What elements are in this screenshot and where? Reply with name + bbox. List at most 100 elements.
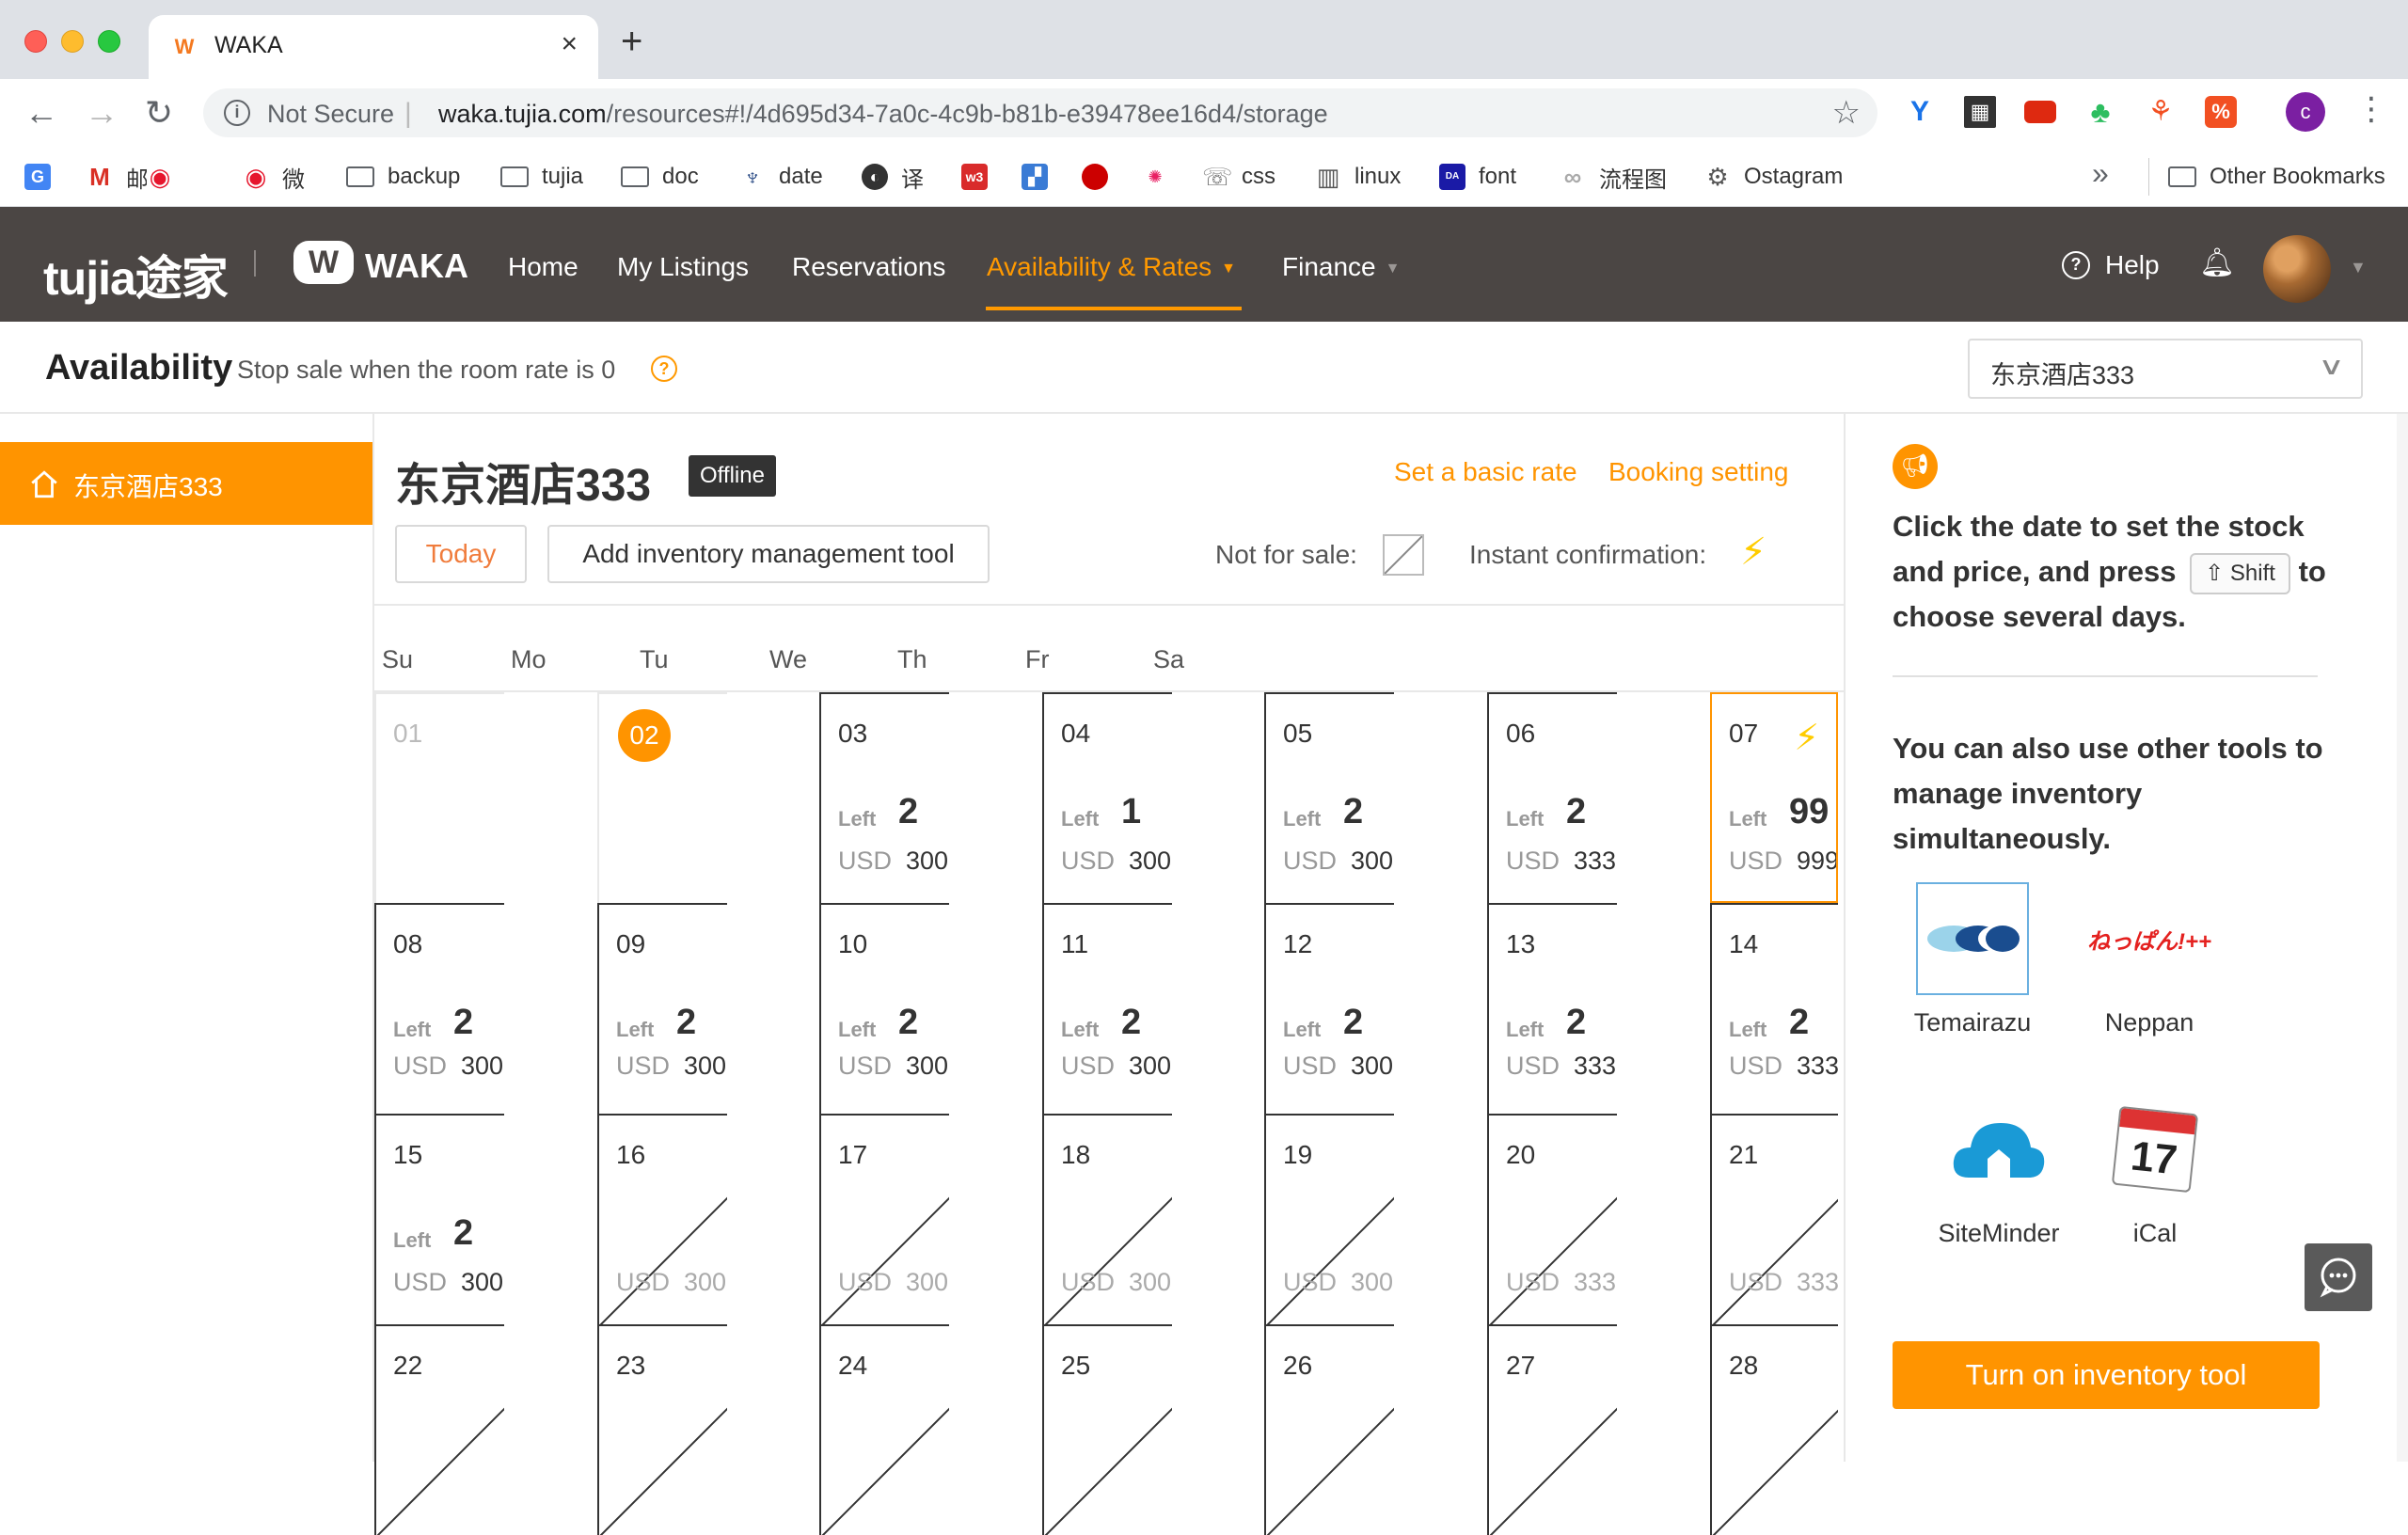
set-basic-rate-link[interactable]: Set a basic rate — [1394, 457, 1577, 487]
extension-qrcode-icon[interactable]: ▦ — [1964, 96, 1996, 128]
tool-ical[interactable]: 17 iCal — [2084, 1093, 2226, 1248]
left-label: Left — [1061, 807, 1100, 831]
tool-neppan[interactable]: ねっぱん!++ Neppan — [2079, 882, 2220, 1037]
bell-icon[interactable]: 🔔︎ — [2199, 246, 2235, 279]
caret-down-icon[interactable]: ▼ — [2350, 258, 2367, 277]
info-icon[interactable]: i — [224, 100, 250, 126]
bookmark-star[interactable]: ✺ — [1142, 158, 1181, 196]
calendar-day-cell[interactable]: 28 — [1710, 1324, 1838, 1535]
bookmark-font[interactable]: DA font — [1439, 158, 1516, 196]
bookmark-translate-cn[interactable]: ◐ 译 — [862, 158, 924, 196]
bookmark-tujia[interactable]: tujia — [500, 158, 583, 196]
calendar-day-cell[interactable]: 05 Left 2 USD 300 — [1264, 692, 1394, 903]
calendar-day-cell[interactable]: 17 USD 300 — [819, 1114, 949, 1324]
today-button[interactable]: Today — [395, 525, 527, 583]
calendar-day-cell[interactable]: 04 Left 1 USD 300 — [1042, 692, 1172, 903]
bookmark-date[interactable]: ♆ date — [739, 158, 823, 196]
calendar-day-cell[interactable]: 11 Left 2 USD 300 — [1042, 903, 1172, 1114]
bookmark-doc[interactable]: doc — [621, 158, 699, 196]
extension-y-icon[interactable]: Y — [1904, 96, 1936, 128]
calendar-day-cell[interactable]: 20 USD 333 — [1487, 1114, 1617, 1324]
other-bookmarks[interactable]: Other Bookmarks — [2148, 158, 2385, 196]
extension-evernote-icon[interactable]: ♣ — [2084, 96, 2116, 128]
window-zoom-button[interactable] — [98, 30, 120, 53]
calendar-day-cell[interactable]: 27 — [1487, 1324, 1617, 1535]
turn-on-inventory-tool-button[interactable]: Turn on inventory tool — [1893, 1341, 2320, 1409]
calendar-day-cell[interactable]: 07 ⚡︎ Left 99 USD 999 — [1710, 692, 1838, 903]
calendar-day-cell[interactable]: 08 Left 2 USD 300 — [374, 903, 504, 1114]
omnibox[interactable]: i Not Secure | waka.tujia.com/resources#… — [203, 88, 1877, 137]
nav-my-listings[interactable]: My Listings — [617, 252, 749, 282]
bookmark-weibo-2[interactable]: ◉ 微 — [243, 158, 305, 196]
bookmark-linux[interactable]: ▥ linux — [1315, 158, 1401, 196]
extension-percent-icon[interactable]: % — [2205, 96, 2237, 128]
security-label[interactable]: Not Secure — [267, 100, 394, 129]
window-close-button[interactable] — [24, 30, 47, 53]
calendar-day-cell[interactable]: 03 Left 2 USD 300 — [819, 692, 949, 903]
browser-menu-icon[interactable]: ⋮ — [2355, 90, 2387, 128]
chat-button[interactable] — [2305, 1243, 2372, 1311]
calendar-day-cell[interactable]: 09 Left 2 USD 300 — [597, 903, 727, 1114]
calendar-day-cell[interactable]: 15 Left 2 USD 300 — [374, 1114, 504, 1324]
tujia-logo[interactable]: tujia途家 — [43, 241, 229, 309]
bookmark-gmail[interactable]: M邮 — [87, 158, 149, 196]
nav-finance[interactable]: Finance ▼ — [1282, 252, 1400, 282]
calendar-day-cell[interactable]: 18 USD 300 — [1042, 1114, 1172, 1324]
reload-icon[interactable]: ↻ — [145, 94, 173, 132]
user-avatar[interactable] — [2263, 235, 2331, 303]
url-text[interactable]: waka.tujia.com/resources#!/4d695d34-7a0c… — [438, 100, 1328, 129]
bookmark-translate[interactable]: G — [24, 158, 64, 196]
bookmark-weibo-1[interactable]: ◉ — [147, 158, 186, 196]
extension-rocket-icon[interactable]: ⚘ — [2145, 96, 2177, 128]
calendar-day-cell[interactable]: 06 Left 2 USD 333 — [1487, 692, 1617, 903]
add-inventory-tool-button[interactable]: Add inventory management tool — [547, 525, 990, 583]
calendar-day-cell[interactable]: 13 Left 2 USD 333 — [1487, 903, 1617, 1114]
calendar-day-cell[interactable]: 02 — [597, 692, 727, 903]
calendar-day-cell[interactable]: 16 USD 300 — [597, 1114, 727, 1324]
tab-close-icon[interactable]: × — [561, 28, 578, 60]
bookmark-backup[interactable]: backup — [346, 158, 460, 196]
calendar-day-cell[interactable]: 01 — [374, 692, 504, 903]
calendar-day-cell[interactable]: 21 USD 333 — [1710, 1114, 1838, 1324]
waka-logo-icon[interactable]: W — [293, 241, 354, 284]
page-scrollbar[interactable] — [2397, 414, 2408, 1462]
calendar-day-cell[interactable]: 22 — [374, 1324, 504, 1535]
bookmark-flowchart[interactable]: ∞ 流程图 — [1560, 158, 1667, 196]
tool-siteminder[interactable]: SiteMinder — [1928, 1093, 2069, 1248]
forward-icon[interactable]: → — [85, 94, 119, 132]
sidebar-item-hotel[interactable]: 东京酒店333 — [0, 442, 372, 525]
bookmark-chart[interactable]: ▞ — [1022, 158, 1061, 196]
calendar-day-cell[interactable]: 19 USD 300 — [1264, 1114, 1394, 1324]
nav-home[interactable]: Home — [508, 252, 578, 282]
extension-flag-icon[interactable] — [2024, 101, 2056, 123]
calendar-day-cell[interactable]: 10 Left 2 USD 300 — [819, 903, 949, 1114]
day-number: 10 — [838, 929, 868, 958]
back-icon[interactable]: ← — [24, 94, 58, 132]
calendar-day-cell[interactable]: 14 Left 2 USD 333 — [1710, 903, 1838, 1114]
window-minimize-button[interactable] — [61, 30, 84, 53]
price-value: 300 — [906, 847, 949, 875]
booking-setting-link[interactable]: Booking setting — [1608, 457, 1788, 487]
profile-avatar[interactable]: c — [2286, 92, 2325, 132]
browser-tab[interactable]: W WAKA × — [149, 15, 598, 79]
nav-reservations[interactable]: Reservations — [792, 252, 945, 282]
tool-temairazu[interactable]: Temairazu — [1902, 882, 2043, 1037]
property-select[interactable]: 东京酒店333 ∨ — [1968, 339, 2363, 399]
waka-logo-text[interactable]: WAKA — [365, 246, 468, 286]
nav-availability-rates[interactable]: Availability & Rates ▼ — [987, 252, 1236, 282]
calendar-day-cell[interactable]: 24 — [819, 1324, 949, 1535]
calendar-day-cell[interactable]: 23 — [597, 1324, 727, 1535]
new-tab-icon[interactable]: + — [621, 21, 642, 63]
bookmark-w3[interactable]: w3 — [961, 158, 1001, 196]
bookmark-red-dot[interactable] — [1082, 158, 1121, 196]
bookmark-star-icon[interactable]: ☆ — [1832, 94, 1861, 132]
calendar-day-cell[interactable]: 25 — [1042, 1324, 1172, 1535]
bookmark-ostagram[interactable]: ⚙ Ostagram — [1704, 158, 1843, 196]
help-link[interactable]: ? Help — [2062, 250, 2160, 280]
calendar-day-cell[interactable]: 12 Left 2 USD 300 — [1264, 903, 1394, 1114]
folder-icon — [2168, 166, 2196, 187]
bookmarks-overflow-icon[interactable]: » — [2092, 156, 2109, 191]
question-icon[interactable]: ? — [651, 356, 677, 382]
bookmark-css[interactable]: ☏ css — [1202, 158, 1275, 196]
calendar-day-cell[interactable]: 26 — [1264, 1324, 1394, 1535]
